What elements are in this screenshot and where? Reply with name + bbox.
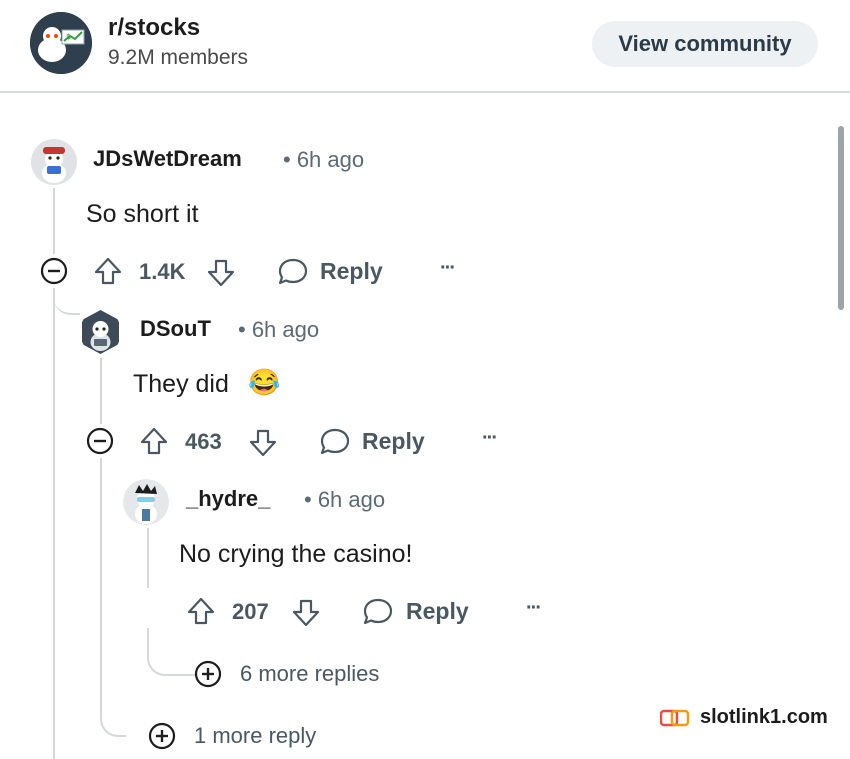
watermark-text: slotlink1.com bbox=[700, 706, 828, 728]
upvote-icon[interactable] bbox=[139, 426, 169, 456]
timestamp: • 6h ago bbox=[304, 487, 386, 512]
view-community-button[interactable]: View community bbox=[592, 21, 818, 67]
reply-icon[interactable] bbox=[362, 597, 394, 627]
comment-body: No crying the casino! bbox=[179, 540, 413, 568]
member-count: 9.2M members bbox=[108, 46, 249, 69]
community-avatar[interactable]: $ bbox=[30, 12, 92, 74]
user-avatar[interactable] bbox=[31, 139, 77, 185]
expand-plus-icon[interactable] bbox=[148, 722, 176, 750]
header-divider bbox=[0, 91, 850, 93]
thread-connector bbox=[147, 628, 195, 676]
thread-line-level-1[interactable] bbox=[53, 188, 55, 254]
comment-body: They did bbox=[133, 370, 229, 398]
laughing-emoji-icon: 😂 bbox=[248, 367, 281, 397]
watermark-logo-icon bbox=[660, 708, 690, 728]
reply-icon[interactable] bbox=[319, 427, 351, 457]
collapse-icon[interactable] bbox=[86, 427, 114, 455]
more-options-button[interactable]: ··· bbox=[440, 257, 456, 280]
downvote-icon[interactable] bbox=[248, 428, 278, 458]
collapse-icon[interactable] bbox=[40, 257, 68, 285]
username[interactable]: DSouT bbox=[140, 316, 211, 342]
upvote-icon[interactable] bbox=[93, 256, 123, 286]
reply-button[interactable]: Reply bbox=[406, 598, 469, 625]
user-avatar[interactable] bbox=[123, 479, 169, 525]
username[interactable]: _hydre_ bbox=[186, 486, 270, 512]
expand-plus-icon[interactable] bbox=[194, 660, 222, 688]
thread-line-level-3[interactable] bbox=[147, 528, 149, 588]
vote-count: 207 bbox=[232, 599, 269, 624]
scrollbar[interactable] bbox=[838, 126, 844, 310]
thread-line-level-2[interactable] bbox=[100, 358, 102, 424]
reply-icon[interactable] bbox=[277, 257, 309, 287]
svg-text:$: $ bbox=[66, 32, 71, 41]
username[interactable]: JDsWetDream bbox=[93, 146, 242, 172]
downvote-icon[interactable] bbox=[291, 598, 321, 628]
vote-count: 1.4K bbox=[139, 259, 186, 284]
community-name[interactable]: r/stocks bbox=[108, 14, 200, 42]
more-replies-link[interactable]: 1 more reply bbox=[194, 723, 316, 749]
vote-count: 463 bbox=[185, 429, 222, 454]
timestamp: • 6h ago bbox=[283, 147, 365, 172]
reply-button[interactable]: Reply bbox=[362, 428, 425, 455]
thread-connector bbox=[53, 288, 80, 315]
upvote-icon[interactable] bbox=[186, 596, 216, 626]
timestamp: • 6h ago bbox=[238, 317, 320, 342]
more-options-button[interactable]: ··· bbox=[482, 427, 498, 450]
thread-line-level-1-cont[interactable] bbox=[53, 288, 55, 759]
more-replies-link[interactable]: 6 more replies bbox=[240, 661, 379, 687]
comment-body: So short it bbox=[86, 200, 199, 228]
reply-button[interactable]: Reply bbox=[320, 258, 383, 285]
user-avatar[interactable] bbox=[80, 309, 121, 355]
more-options-button[interactable]: ··· bbox=[526, 597, 542, 620]
downvote-icon[interactable] bbox=[206, 258, 236, 288]
